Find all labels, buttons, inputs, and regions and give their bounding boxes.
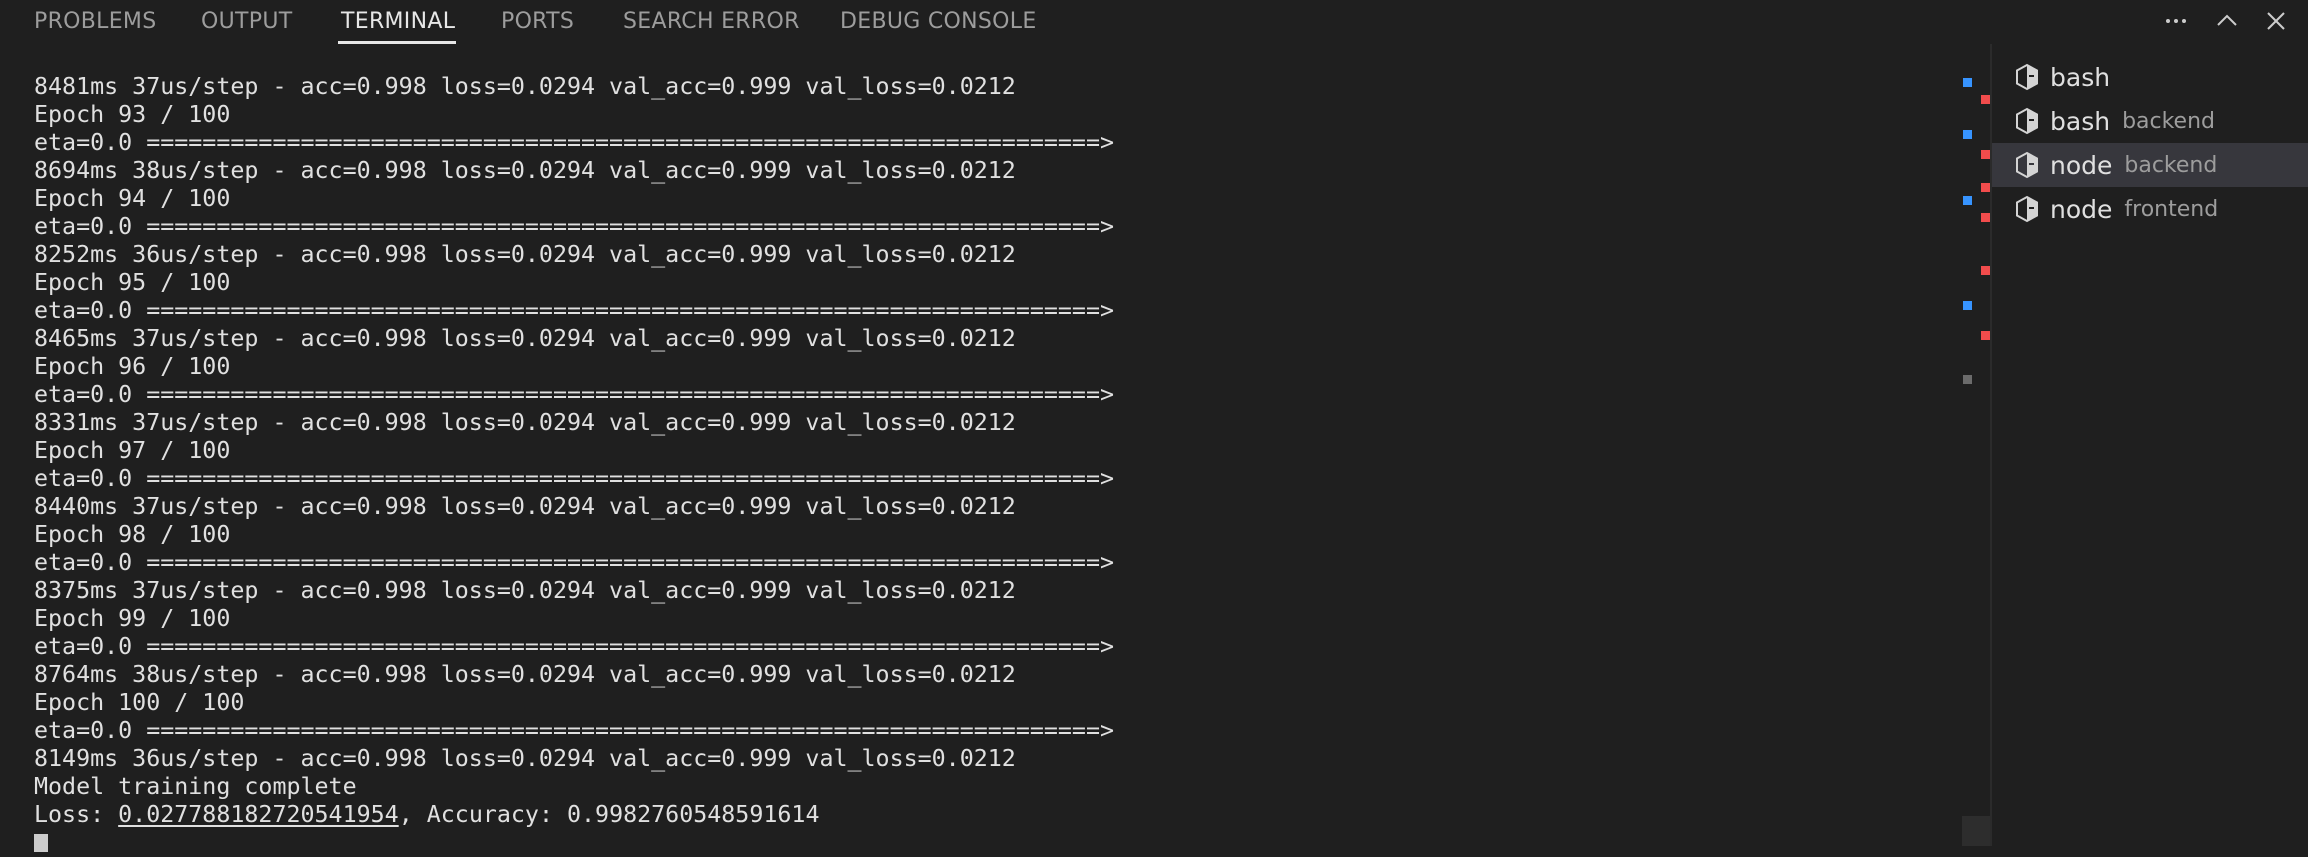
terminal-view[interactable]: 8481ms 37us/step - acc=0.998 loss=0.0294… [0,44,1962,852]
terminal-line: eta=0.0 ================================… [34,213,1114,240]
terminal-icon [2016,195,2038,223]
terminal-line: Epoch 96 / 100 [34,353,231,380]
terminal-item-node-backend[interactable]: node backend [1992,143,2308,187]
terminal-line: 8149ms 36us/step - acc=0.998 loss=0.0294… [34,745,1016,772]
overview-mark-red [1981,95,1990,104]
terminal-line: eta=0.0 ================================… [34,717,1114,744]
terminal-line: Epoch 93 / 100 [34,101,231,128]
terminal-line: 8252ms 36us/step - acc=0.998 loss=0.0294… [34,241,1016,268]
overview-mark-blue [1963,78,1972,87]
terminal-cursor [34,834,48,852]
overview-mark-gray [1963,375,1972,384]
overview-mark-red [1981,183,1990,192]
tab-terminal[interactable]: TERMINAL [341,0,455,44]
panel-tab-bar: PROBLEMS OUTPUT TERMINAL PORTS SEARCH ER… [0,0,2308,44]
maximize-panel-button[interactable] [2210,4,2244,38]
terminal-icon [2016,107,2038,135]
terminal-item-bash-backend[interactable]: bash backend [1992,99,2308,143]
tab-debug-console[interactable]: DEBUG CONSOLE [840,0,1037,44]
overview-mark-red [1981,150,1990,159]
terminal-line: eta=0.0 ================================… [34,129,1114,156]
terminal-line: 8465ms 37us/step - acc=0.998 loss=0.0294… [34,325,1016,352]
terminal-line: Epoch 95 / 100 [34,269,231,296]
terminal-item-name: node [2050,194,2113,224]
terminal-line: eta=0.0 ================================… [34,465,1114,492]
overview-mark-red [1981,266,1990,275]
terminal-icon [2016,63,2038,91]
close-panel-button[interactable] [2259,4,2293,38]
overview-mark-blue [1963,301,1972,310]
loss-value-link[interactable]: 0.027788182720541954 [118,801,399,828]
terminal-result-line: Loss: 0.027788182720541954, Accuracy: 0.… [34,801,1114,829]
ellipsis-icon [2166,19,2186,23]
terminal-icon [2016,151,2038,179]
terminal-line: Epoch 99 / 100 [34,605,231,632]
result-prefix: Loss: [34,801,119,828]
overview-mark-blue [1963,130,1972,139]
terminal-line: 8331ms 37us/step - acc=0.998 loss=0.0294… [34,409,1016,436]
terminal-item-name: node [2050,150,2113,180]
terminal-item-bash[interactable]: bash [1992,55,2308,99]
overview-mark-blue [1963,196,1972,205]
overview-mark-red [1981,213,1990,222]
terminal-item-desc: backend [2124,152,2218,178]
tab-ports[interactable]: PORTS [501,0,574,44]
tab-problems[interactable]: PROBLEMS [34,0,156,44]
terminal-line: Epoch 94 / 100 [34,185,231,212]
terminal-line: 8481ms 37us/step - acc=0.998 loss=0.0294… [34,73,1016,100]
chevron-up-icon [2217,14,2237,26]
terminal-prompt-line [34,829,1114,857]
terminal-line: Model training complete [34,773,357,800]
terminal-item-name: bash [2050,62,2111,92]
tab-search-error[interactable]: SEARCH ERROR [623,0,800,44]
terminal-output: 8481ms 37us/step - acc=0.998 loss=0.0294… [34,73,1114,857]
accuracy-value: 0.9982760548591614 [567,801,820,828]
terminal-line: Epoch 98 / 100 [34,521,231,548]
more-actions-button[interactable] [2159,4,2193,38]
tab-output[interactable]: OUTPUT [201,0,292,44]
terminal-tabs-list: bash bash backend node backend node fron… [1992,55,2308,231]
terminal-line: 8440ms 37us/step - acc=0.998 loss=0.0294… [34,493,1016,520]
terminal-line: 8694ms 38us/step - acc=0.998 loss=0.0294… [34,157,1016,184]
terminal-scrollbar[interactable] [1962,44,1990,846]
terminal-line: 8375ms 37us/step - acc=0.998 loss=0.0294… [34,577,1016,604]
close-icon [2267,12,2285,30]
terminal-item-node-frontend[interactable]: node frontend [1992,187,2308,231]
scrollbar-thumb[interactable] [1962,816,1990,846]
terminal-line: Epoch 100 / 100 [34,689,245,716]
terminal-item-desc: backend [2122,108,2216,134]
terminal-item-desc: frontend [2124,196,2219,222]
terminal-line: Epoch 97 / 100 [34,437,231,464]
result-middle: , Accuracy: [398,801,567,828]
terminal-item-name: bash [2050,106,2111,136]
overview-mark-red [1981,331,1990,340]
terminal-line: 8764ms 38us/step - acc=0.998 loss=0.0294… [34,661,1016,688]
terminal-line: eta=0.0 ================================… [34,633,1114,660]
terminal-line: eta=0.0 ================================… [34,381,1114,408]
terminal-line: eta=0.0 ================================… [34,297,1114,324]
terminal-line: eta=0.0 ================================… [34,549,1114,576]
